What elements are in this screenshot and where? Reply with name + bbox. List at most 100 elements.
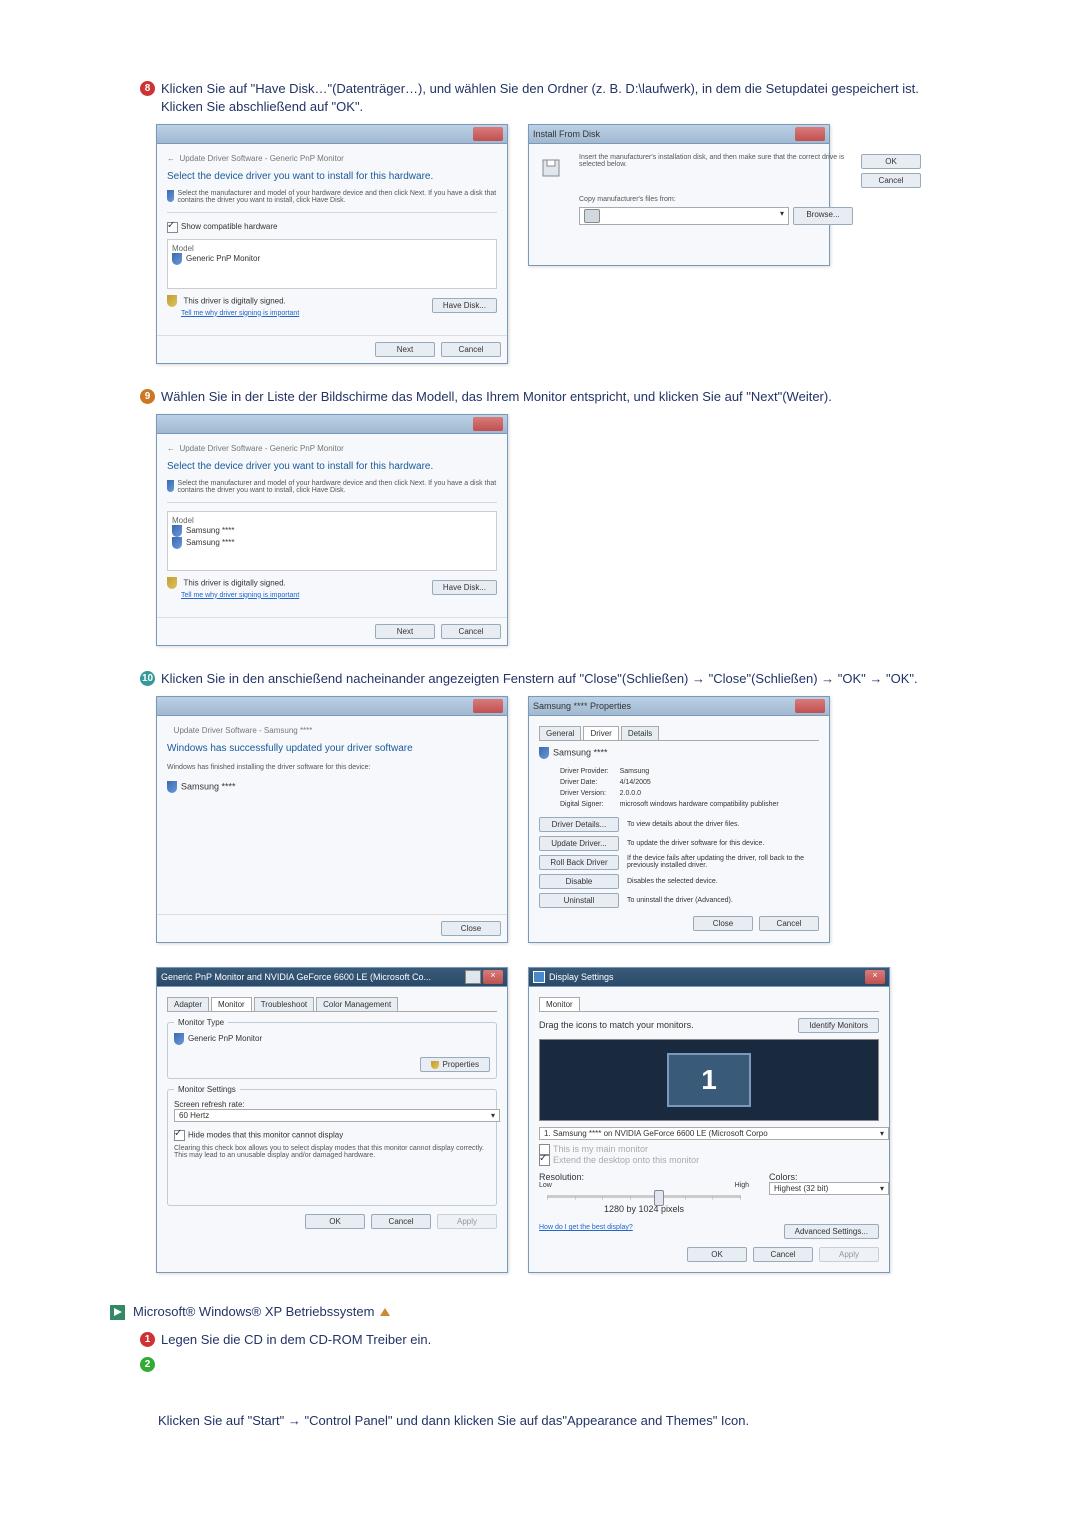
ok-button[interactable]: OK <box>861 154 921 169</box>
next-button[interactable]: Next <box>375 342 435 357</box>
dialog-monitor-props: Generic PnP Monitor and NVIDIA GeForce 6… <box>156 967 508 1273</box>
colors-select[interactable]: Highest (32 bit)▾ <box>769 1182 889 1195</box>
disable-desc: Disables the selected device. <box>627 878 819 885</box>
close-icon[interactable]: × <box>865 970 885 984</box>
dialog-update-driver-b: ← Update Driver Software - Generic PnP M… <box>156 414 508 646</box>
model-item-2[interactable]: Samsung **** <box>186 538 234 547</box>
cancel-button-p[interactable]: Cancel <box>759 916 819 931</box>
close-icon[interactable] <box>473 417 503 431</box>
disable-button[interactable]: Disable <box>539 874 619 889</box>
close-button-p[interactable]: Close <box>693 916 753 931</box>
close-icon[interactable] <box>795 127 825 141</box>
tab-monitor-mp[interactable]: Monitor <box>211 997 252 1011</box>
model-item-1[interactable]: Samsung **** <box>186 526 234 535</box>
next-button-b[interactable]: Next <box>375 624 435 639</box>
best-link[interactable]: How do I get the best display? <box>539 1224 633 1239</box>
res-label: Resolution: <box>539 1172 749 1182</box>
rollback-desc: If the device fails after updating the d… <box>627 855 819 869</box>
cancel-button-ds[interactable]: Cancel <box>753 1247 813 1262</box>
model-item[interactable]: Generic PnP Monitor <box>186 254 260 263</box>
tab-general[interactable]: General <box>539 726 581 740</box>
tab-color[interactable]: Color Management <box>316 997 398 1011</box>
dialog-update-driver-c: Update Driver Software - Samsung **** Wi… <box>156 696 508 943</box>
resolution-slider[interactable]: |||||||| <box>547 1195 741 1198</box>
heading-b: Select the device driver you want to ins… <box>167 461 497 472</box>
step10-text: Klicken Sie in den anschießend nacheinan… <box>161 670 918 688</box>
tab-trouble[interactable]: Troubleshoot <box>254 997 314 1011</box>
monitor-icon <box>172 525 182 537</box>
have-disk-button-b[interactable]: Have Disk... <box>432 580 497 595</box>
rollback-button[interactable]: Roll Back Driver <box>539 855 619 870</box>
path-select[interactable]: ▾ <box>579 207 789 225</box>
dialog-update-driver-a: ← Update Driver Software - Generic PnP M… <box>156 124 508 363</box>
compat-label: Show compatible hardware <box>181 222 278 231</box>
tab-adapter[interactable]: Adapter <box>167 997 209 1011</box>
uninstall-button[interactable]: Uninstall <box>539 893 619 908</box>
cert-icon <box>167 295 177 307</box>
cancel-button-b[interactable]: Cancel <box>441 624 501 639</box>
low-label: Low <box>539 1182 552 1189</box>
refresh-select[interactable]: 60 Hertz▾ <box>174 1109 500 1122</box>
signed-text-b: This driver is digitally signed. <box>184 578 286 587</box>
dialog-properties: Samsung **** Properties General Driver D… <box>528 696 830 943</box>
collapse-icon[interactable] <box>380 1308 390 1316</box>
signer-val: microsoft windows hardware compatibility… <box>612 800 780 809</box>
refresh-label: Screen refresh rate: <box>174 1100 490 1109</box>
cancel-button[interactable]: Cancel <box>861 173 921 188</box>
device-icon <box>167 480 174 492</box>
tab-monitor-ds[interactable]: Monitor <box>539 997 580 1011</box>
xp-step1-num: 1 <box>140 1332 155 1347</box>
ok-button-ds[interactable]: OK <box>687 1247 747 1262</box>
display-select[interactable]: 1. Samsung **** on NVIDIA GeForce 6600 L… <box>539 1127 889 1140</box>
ds-title: Display Settings <box>549 972 614 982</box>
step9-text: Wählen Sie in der Liste der Bildschirme … <box>161 388 832 406</box>
identify-button[interactable]: Identify Monitors <box>798 1018 879 1033</box>
cancel-button[interactable]: Cancel <box>441 342 501 357</box>
update-driver-button[interactable]: Update Driver... <box>539 836 619 851</box>
close-icon[interactable]: × <box>483 970 503 984</box>
step10-num: 10 <box>140 671 155 686</box>
ok-button-mp[interactable]: OK <box>305 1214 365 1229</box>
section-bullet <box>110 1305 125 1320</box>
display-arrangement[interactable]: 1 <box>539 1039 879 1121</box>
properties-button[interactable]: Properties <box>420 1057 490 1072</box>
have-disk-button[interactable]: Have Disk... <box>432 298 497 313</box>
minimize-icon[interactable] <box>465 970 481 984</box>
step9-num: 9 <box>140 389 155 404</box>
xp-step1-text: Legen Sie die CD in dem CD-ROM Treiber e… <box>161 1331 431 1349</box>
xp-para: Klicken Sie auf "Start" → "Control Panel… <box>158 1412 960 1430</box>
advanced-button[interactable]: Advanced Settings... <box>784 1224 879 1239</box>
close-icon[interactable] <box>795 699 825 713</box>
desc-b: Select the manufacturer and model of you… <box>178 480 497 494</box>
date-val: 4/14/2005 <box>612 778 780 787</box>
compat-checkbox[interactable] <box>167 222 178 233</box>
ifd-title: Install From Disk <box>533 129 600 139</box>
hide-checkbox[interactable] <box>174 1130 185 1141</box>
close-icon[interactable] <box>473 699 503 713</box>
sign-link-b[interactable]: Tell me why driver signing is important <box>181 592 299 599</box>
hide-label: Hide modes that this monitor cannot disp… <box>188 1130 343 1139</box>
step8-text: Klicken Sie auf "Have Disk…"(Datenträger… <box>161 80 960 116</box>
monitor-icon-p <box>539 747 549 759</box>
monitor-icon <box>172 537 182 549</box>
display-icon <box>533 971 545 983</box>
browse-button[interactable]: Browse... <box>793 207 853 225</box>
desc-c: Windows has finished installing the driv… <box>167 764 497 771</box>
breadcrumb-c: Update Driver Software - Samsung **** <box>174 726 313 735</box>
dialog-install-from-disk: Install From Disk Insert the manufacture… <box>528 124 830 266</box>
sign-link[interactable]: Tell me why driver signing is important <box>181 310 299 317</box>
type-label: Monitor Type <box>174 1018 228 1027</box>
update-desc: To update the driver software for this d… <box>627 840 819 847</box>
copy-label: Copy manufacturer's files from: <box>579 196 853 203</box>
display-1[interactable]: 1 <box>667 1053 751 1107</box>
tab-driver[interactable]: Driver <box>583 726 618 740</box>
close-icon[interactable] <box>473 127 503 141</box>
ifd-desc: Insert the manufacturer's installation d… <box>579 154 853 168</box>
tab-details[interactable]: Details <box>621 726 659 740</box>
driver-details-button[interactable]: Driver Details... <box>539 817 619 832</box>
device-icon <box>167 190 174 202</box>
close-button[interactable]: Close <box>441 921 501 936</box>
cancel-button-mp[interactable]: Cancel <box>371 1214 431 1229</box>
cert-icon <box>167 577 177 589</box>
model-col-b: Model <box>172 516 492 525</box>
